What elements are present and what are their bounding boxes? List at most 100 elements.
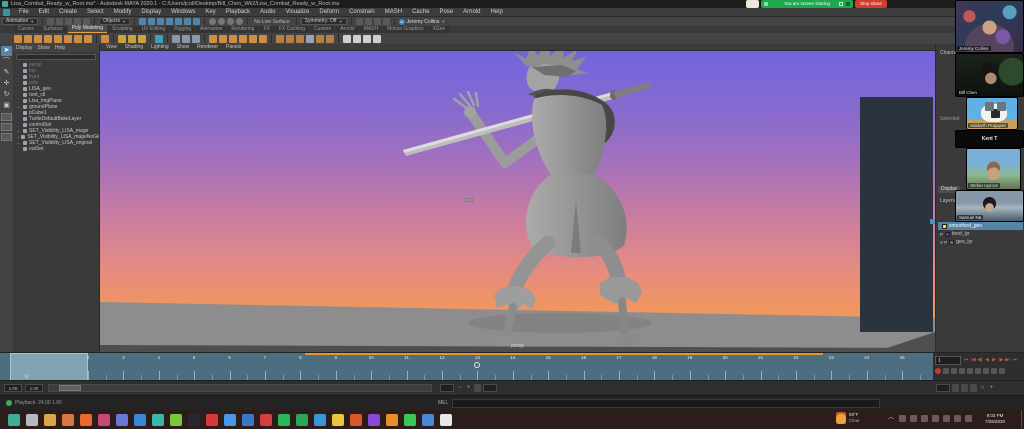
- spotify-icon[interactable]: [278, 413, 290, 426]
- krita-icon[interactable]: [206, 413, 218, 426]
- display-layer-row[interactable]: Ptired_lyr: [938, 230, 1023, 238]
- shelf-tab-xgen[interactable]: XGen: [428, 26, 450, 33]
- poly-platonic-icon[interactable]: [84, 34, 92, 43]
- extrude-icon[interactable]: [276, 34, 284, 43]
- viewport-3d-canvas[interactable]: persp: [100, 51, 935, 352]
- menu-pose[interactable]: Pose: [434, 8, 458, 17]
- layer-state-flags[interactable]: P: [940, 232, 943, 237]
- boolean-union-icon[interactable]: [172, 34, 180, 43]
- outliner-item[interactable]: outSet: [13, 146, 99, 152]
- outliner-menu-help[interactable]: Help: [55, 45, 65, 51]
- shelf-tab-sculpting[interactable]: Sculpting: [107, 26, 137, 33]
- share-toolbar-handle[interactable]: [746, 0, 759, 8]
- poly-cube-icon[interactable]: [24, 34, 32, 43]
- sweep-mesh-icon[interactable]: [118, 34, 126, 43]
- viewport-menu-lighting[interactable]: Lighting: [148, 44, 172, 50]
- new-scene-icon[interactable]: [47, 18, 55, 25]
- layers-menu[interactable]: Layers: [940, 198, 955, 204]
- select-object-icon[interactable]: [218, 18, 226, 25]
- signed-in-account-button[interactable]: A Jeremy Collins ▼: [398, 18, 445, 25]
- playback-end-field[interactable]: [440, 384, 454, 392]
- lasso-tool-icon[interactable]: ⌒: [1, 57, 12, 67]
- step-back-key-icon[interactable]: |◀: [970, 356, 976, 365]
- outliner-menu-show[interactable]: Show: [37, 45, 50, 51]
- menu-display[interactable]: Display: [136, 8, 166, 17]
- open-scene-icon[interactable]: [56, 18, 64, 25]
- four-pane-layout-icon[interactable]: [1, 123, 12, 131]
- wifi-icon[interactable]: [932, 415, 939, 422]
- viewport-menu-show[interactable]: Show: [174, 44, 193, 50]
- display-toggle-icon[interactable]: [382, 18, 390, 25]
- shelf-tab-curves[interactable]: Curves: [14, 26, 38, 33]
- poly-type-icon[interactable]: [128, 34, 136, 43]
- file-explorer-icon[interactable]: [26, 413, 38, 426]
- onedrive-tray-icon[interactable]: [899, 415, 906, 422]
- snap-view-plane-icon[interactable]: [175, 18, 183, 25]
- single-pane-layout-icon[interactable]: [1, 113, 12, 121]
- poly-plane-icon[interactable]: [64, 34, 72, 43]
- shelf-tab-animation[interactable]: Animation: [196, 26, 227, 33]
- menu-cache[interactable]: Cache: [407, 8, 434, 17]
- snap-curve-icon[interactable]: [148, 18, 156, 25]
- layer-state-flags[interactable]: V P: [940, 240, 947, 245]
- make-live-icon[interactable]: [184, 18, 192, 25]
- maya-taskbar-icon[interactable]: [8, 413, 20, 426]
- layer-color-swatch[interactable]: [945, 231, 951, 237]
- current-time-indicator[interactable]: [10, 353, 88, 380]
- poly-cone-icon[interactable]: [44, 34, 52, 43]
- chevron-up-icon[interactable]: ︿: [888, 415, 895, 422]
- go-to-end-icon[interactable]: ⏭: [1012, 356, 1018, 365]
- insert-edge-loop-icon[interactable]: [353, 34, 361, 43]
- outliner-menu-display[interactable]: Display: [16, 45, 32, 51]
- combine-icon[interactable]: [209, 34, 217, 43]
- battery-icon[interactable]: [921, 415, 928, 422]
- firefox-icon[interactable]: [80, 413, 92, 426]
- menu-select[interactable]: Select: [82, 8, 109, 17]
- character-set-dropdown[interactable]: [936, 384, 950, 392]
- participant-tile[interactable]: Bill Chen: [955, 53, 1024, 97]
- weather-widget[interactable]: 59°F Clear: [836, 412, 860, 424]
- taskbar-clock[interactable]: 8:03 PM 7/29/2020: [975, 413, 1015, 425]
- participant-tile[interactable]: Samuel Na: [955, 190, 1024, 222]
- powerpoint-icon[interactable]: [350, 413, 362, 426]
- time-slider[interactable]: 2 3 4 5 6 7 8 9 10 11 12 13 14 15 16 17 18 19 20 21 22 23 24 25: [0, 352, 933, 380]
- redo-icon[interactable]: [83, 18, 91, 25]
- highlight-selection-icon[interactable]: [236, 18, 244, 25]
- mel-input-field[interactable]: [452, 399, 880, 408]
- animation-start-field[interactable]: 1.00: [25, 384, 43, 392]
- paint-app-icon[interactable]: [98, 413, 110, 426]
- volume-icon[interactable]: [943, 415, 950, 422]
- lock-icon[interactable]: [193, 18, 201, 25]
- adobe-app-icon[interactable]: [260, 413, 272, 426]
- expand-icon[interactable]: +: [17, 141, 21, 146]
- step-forward-key-icon[interactable]: ▶|: [1005, 356, 1011, 365]
- shelf-tab-fx[interactable]: FX: [259, 26, 274, 33]
- mic-icon[interactable]: [764, 2, 768, 6]
- curve-warp-icon[interactable]: [373, 34, 381, 43]
- viewport-menu-panels[interactable]: Panels: [223, 44, 244, 50]
- range-slider-handle[interactable]: [59, 385, 81, 391]
- step-back-frame-icon[interactable]: ◀|: [977, 356, 983, 365]
- anim-prefs-icon[interactable]: [943, 368, 949, 374]
- stop-share-button[interactable]: Stop share: [855, 0, 887, 8]
- layer-color-swatch[interactable]: [942, 223, 947, 229]
- menu-key[interactable]: Key: [200, 8, 220, 17]
- viewport-menu-renderer[interactable]: Renderer: [194, 44, 221, 50]
- mute-icon[interactable]: [970, 384, 977, 392]
- persp-outliner-layout-icon[interactable]: [1, 133, 12, 141]
- live-surface-label[interactable]: No Live Surface: [252, 19, 292, 25]
- render-view-icon[interactable]: [355, 18, 363, 25]
- minus-icon[interactable]: −: [456, 384, 463, 392]
- quad-draw-icon[interactable]: [343, 34, 351, 43]
- expand-icon[interactable]: +: [17, 105, 21, 110]
- bevel-icon[interactable]: [286, 34, 294, 43]
- character-model[interactable]: [403, 51, 652, 347]
- graph-icon[interactable]: [967, 368, 973, 374]
- excel-icon[interactable]: [296, 413, 308, 426]
- menu-playback[interactable]: Playback: [221, 8, 255, 17]
- poly-disc-icon[interactable]: [74, 34, 82, 43]
- play-backwards-icon[interactable]: ◀: [984, 356, 990, 365]
- poly-sphere-icon[interactable]: [14, 34, 22, 43]
- ghosting-icon[interactable]: [959, 368, 965, 374]
- shelf-tab-poly-modeling[interactable]: Poly Modeling: [67, 25, 107, 33]
